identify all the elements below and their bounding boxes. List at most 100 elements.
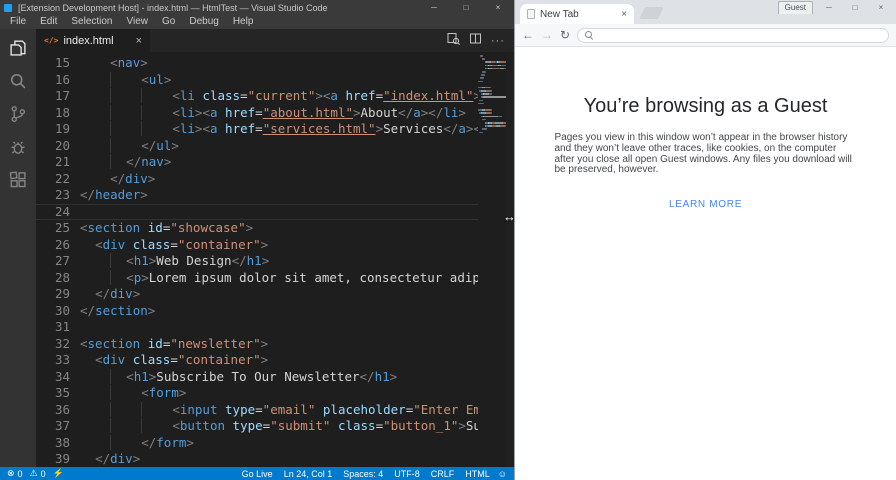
chrome-window-controls: ─ □ × [816,0,894,15]
line-number: 32 [54,335,70,351]
code-line-39[interactable]: 39 </div> [36,451,478,467]
code-line-36[interactable]: 36 <input type="email" placeholder="Ente… [36,401,478,419]
code-line-23[interactable]: 23 </header> [36,187,478,204]
code-line-25[interactable]: 25 <section id="showcase"> [36,220,478,237]
line-number: 37 [54,418,70,433]
code-line-38[interactable]: 38 </form> [36,434,478,452]
guest-page: You’re browsing as a Guest Pages you vie… [515,95,896,212]
status-crlf[interactable]: CRLF [431,469,455,479]
editor-group: </> index.html × ··· 15 <nav> 16 <ul> 17… [36,29,514,467]
menu-bar: File Edit Selection View Go Debug Help [0,15,514,29]
problems-errors[interactable]: ⊗ 0 [7,468,23,479]
status-spaces-4[interactable]: Spaces: 4 [343,469,383,479]
debug-icon[interactable] [8,137,28,157]
code-line-28[interactable]: 28 <p>Lorem ipsum dolor sit amet, consec… [36,269,478,287]
minimap[interactable] [478,55,506,467]
status-left: ⊗ 0 ⚠ 0 ⚡ [7,468,64,479]
minimap-line [478,93,506,95]
code-line-35[interactable]: 35 <form> [36,385,478,402]
minimap-line [478,128,506,130]
explorer-icon[interactable] [8,38,28,58]
line-number: 23 [54,187,70,202]
source-control-icon[interactable] [8,104,28,124]
minimap-line [478,67,506,70]
problems-warnings[interactable]: ⚠ 0 [30,468,46,479]
vscode-logo-icon [4,3,12,12]
minimap-line [478,70,506,73]
minimap-line [478,86,506,89]
code-line-31[interactable]: 31 [36,319,478,336]
code-line-30[interactable]: 30 </section> [36,303,478,320]
code-line-34[interactable]: 34 <h1>Subscribe To Our Newsletter</h1> [36,368,478,386]
code-line-26[interactable]: 26 <div class="container"> [36,237,478,254]
feedback-smiley-icon[interactable]: ☺ [498,469,507,479]
reload-icon[interactable]: ↻ [560,29,570,41]
minimap-line [478,61,506,63]
open-preview-icon[interactable] [447,32,460,50]
forward-icon[interactable]: → [541,29,553,41]
code-line-33[interactable]: 33 <div class="container"> [36,352,478,369]
menu-edit[interactable]: Edit [33,15,64,29]
code-line-24[interactable]: 24 [36,204,478,221]
code-line-32[interactable]: 32 <section id="newsletter"> [36,336,478,353]
code-line-21[interactable]: 21 </nav> [36,154,478,171]
more-actions-icon[interactable]: ··· [491,35,505,47]
minimap-line [478,55,506,57]
new-tab-button[interactable] [639,7,664,19]
vscode-window: [Extension Development Host] - index.htm… [0,0,514,480]
code-line-20[interactable]: 20 </ul> [36,137,478,155]
code-line-15[interactable]: 15 <nav> [36,55,478,72]
editor: 15 <nav> 16 <ul> 17 <li class="current"><a… [36,52,514,467]
code-line-19[interactable]: 19 <li><a href="services.html">Services<… [36,121,478,138]
tab-index-html[interactable]: </> index.html × [36,29,150,52]
vscode-maximize-button[interactable]: □ [450,0,482,15]
title-bar: [Extension Development Host] - index.htm… [0,0,514,15]
tab-close-button[interactable]: × [136,35,142,47]
code-line-37[interactable]: 37 <button type="submit" class="button_1… [36,418,478,435]
guest-heading: You’re browsing as a Guest [583,95,828,117]
line-number: 39 [54,451,70,466]
bolt-icon[interactable]: ⚡ [53,468,64,479]
status-html[interactable]: HTML [465,469,490,479]
line-number: 27 [54,253,70,268]
code-line-17[interactable]: 17 <li class="current"><a href="index.ht… [36,88,478,105]
menu-file[interactable]: File [3,15,33,29]
vscode-close-button[interactable]: × [482,0,514,15]
editor-scrollbar[interactable] [506,52,514,467]
learn-more-link[interactable]: LEARN MORE [669,199,742,210]
search-icon[interactable] [8,71,28,91]
vscode-minimize-button[interactable]: ─ [418,0,450,15]
status-utf-8[interactable]: UTF-8 [394,469,420,479]
menu-go[interactable]: Go [155,15,182,29]
menu-view[interactable]: View [120,15,156,29]
menu-help[interactable]: Help [226,15,261,29]
menu-debug[interactable]: Debug [182,15,225,29]
window-controls: ─ □ × [418,0,514,15]
chrome-minimize-button[interactable]: ─ [816,0,842,15]
status-go-live[interactable]: Go Live [242,469,273,479]
line-number: 17 [54,88,70,103]
minimap-line [478,74,506,76]
minimap-line [478,109,506,111]
chrome-tab-close-button[interactable]: × [621,9,627,20]
chrome-maximize-button[interactable]: □ [842,0,868,15]
back-icon[interactable]: ← [522,29,534,41]
extensions-icon[interactable] [8,170,28,190]
split-editor-icon[interactable] [469,32,482,50]
code-line-27[interactable]: 27 <h1>Web Design</h1> [36,253,478,270]
chrome-tab-new-tab[interactable]: New Tab × [520,4,634,24]
search-magnifier-icon [585,30,594,40]
status-ln-24-col-1[interactable]: Ln 24, Col 1 [284,469,333,479]
chrome-close-button[interactable]: × [868,0,894,15]
line-number: 31 [54,319,70,334]
code-line-18[interactable]: 18 <li><a href="about.html">About</a></l… [36,104,478,122]
guest-profile-badge[interactable]: Guest [777,1,813,14]
menu-selection[interactable]: Selection [64,15,119,29]
code-line-29[interactable]: 29 </div> [36,286,478,303]
minimap-line [478,118,506,121]
code-area[interactable]: 15 <nav> 16 <ul> 17 <li class="current"><a… [36,55,478,467]
code-line-22[interactable]: 22 </div> [36,171,478,188]
code-line-16[interactable]: 16 <ul> [36,71,478,89]
address-bar[interactable] [577,27,889,43]
error-count: 0 [17,468,23,479]
